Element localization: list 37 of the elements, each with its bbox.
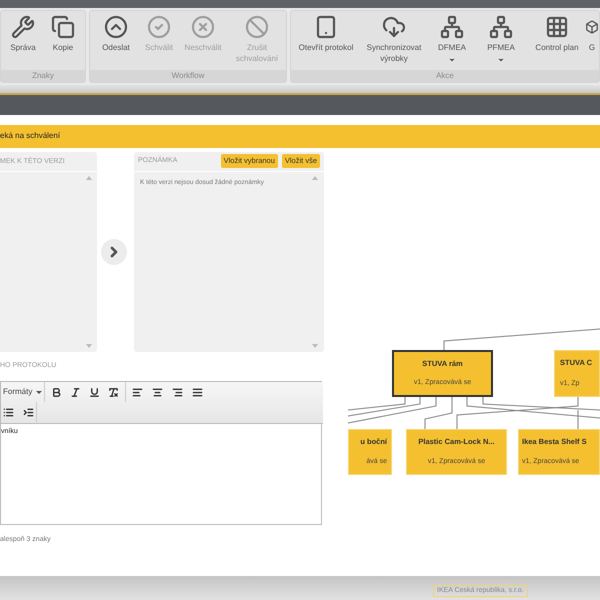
bold-icon[interactable] [51,386,62,398]
ribbon-button[interactable]: Control plan [529,14,585,53]
ribbon-button[interactable]: Otevřít protokol [295,14,357,53]
clear-formatting-icon[interactable] [108,386,120,398]
hierarchy-icon [440,14,464,39]
caret-icon [36,390,42,394]
ribbon-button[interactable]: Kopie [41,14,85,53]
ribbon-button[interactable]: Správa [5,14,41,53]
ribbon-button[interactable]: DFMEA [431,14,473,64]
underline-icon[interactable] [89,386,100,398]
align-justify-icon[interactable] [192,386,204,398]
ban-icon [245,14,269,39]
check-circle-icon [147,14,171,39]
cloud-download-icon [382,14,406,39]
wrench-icon [11,14,35,39]
group-label: Workflow [90,70,286,82]
formats-dropdown[interactable]: Formáty [1,382,46,402]
grid-icon [545,14,569,39]
x-circle-icon [191,14,215,39]
align-right-icon[interactable] [172,386,184,398]
ribbon-button[interactable]: Odeslat [94,14,138,53]
ribbon-button[interactable]: Synchronizovat výrobky [357,14,431,64]
hierarchy-icon [489,14,513,39]
ribbon-button[interactable]: PFMEA [473,14,529,64]
align-left-icon[interactable] [132,386,144,398]
copy-icon [51,14,75,39]
move-right-button[interactable] [101,238,127,265]
status-text: eká na schválení [0,130,60,142]
align-center-icon[interactable] [152,386,164,398]
tablet-icon [314,14,338,39]
chevron-up-circle-icon [104,14,128,39]
italic-icon[interactable] [70,386,82,398]
group-label: Akce [291,70,599,82]
group-label: Znaky [1,70,85,82]
list-icon[interactable] [3,406,14,418]
indent-icon[interactable] [23,406,34,418]
ribbon-button[interactable]: G [585,14,599,53]
